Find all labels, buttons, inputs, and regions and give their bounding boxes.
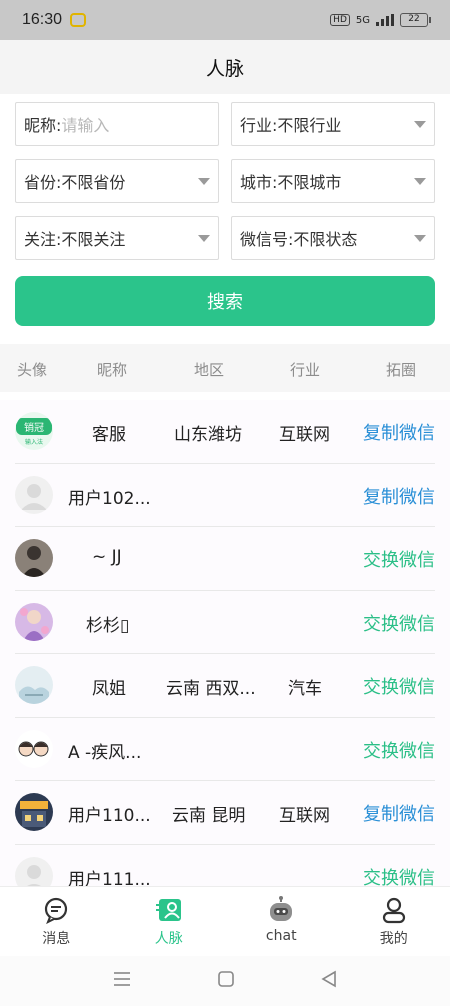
caret-down-icon: [198, 235, 210, 242]
default-avatar-icon: [15, 475, 53, 514]
row-region: 云南 西双...: [166, 679, 256, 699]
home-icon[interactable]: [217, 970, 235, 992]
battery-icon: 22: [400, 13, 431, 27]
avatar-brand-sub: 输入法: [25, 438, 43, 446]
province-select-label: 省份:不限省份: [24, 173, 126, 192]
row-industry: 互联网: [279, 425, 330, 445]
wechat-status-select[interactable]: 微信号:不限状态: [231, 216, 435, 260]
status-time: 16:30: [22, 11, 63, 28]
caret-down-icon: [414, 235, 426, 242]
status-bar: 16:30 HD 5G 22: [0, 0, 450, 40]
avatar: [15, 539, 53, 577]
network-label: 5G: [355, 14, 370, 26]
system-nav-bar: [0, 956, 450, 1006]
wechat-status-label: 微信号:不限状态: [240, 230, 358, 249]
page-header: 人脉: [0, 40, 450, 94]
row-name: 用户102...: [68, 488, 151, 509]
search-button[interactable]: 搜索: [15, 276, 435, 326]
menu-icon[interactable]: [112, 971, 132, 991]
hd-icon: HD: [330, 14, 350, 26]
tab-label: chat: [265, 928, 297, 944]
city-select-label: 城市:不限城市: [240, 173, 342, 192]
follow-select-label: 关注:不限关注: [24, 230, 126, 249]
nickname-input[interactable]: 昵称: 请输入: [15, 102, 219, 146]
default-avatar-icon: [15, 856, 53, 886]
nickname-label: 昵称:: [24, 116, 62, 135]
back-icon[interactable]: [320, 970, 338, 992]
avatar: 销冠 输入法: [15, 412, 53, 450]
row-name: 杉杉▯: [86, 615, 130, 636]
row-name: 凤姐: [92, 679, 126, 699]
contacts-list: 销冠 输入法 客服 山东潍坊 互联网 复制微信 用户102... 复制微信 ~ …: [0, 400, 450, 886]
row-industry: 汽车: [288, 679, 322, 699]
table-row[interactable]: 销冠 输入法 客服 山东潍坊 互联网 复制微信: [15, 400, 435, 464]
column-region: 地区: [193, 361, 225, 379]
table-row[interactable]: ~ JJ 交换微信: [15, 527, 435, 591]
table-row[interactable]: A -疾风... 交换微信: [15, 718, 435, 781]
row-region: 山东潍坊: [174, 425, 242, 445]
exchange-wechat-button[interactable]: 交换微信: [363, 864, 435, 887]
avatar: [15, 729, 53, 768]
exchange-wechat-button[interactable]: 交换微信: [363, 610, 435, 636]
row-name: 用户111...: [68, 869, 151, 887]
column-avatar: 头像: [16, 361, 48, 379]
tab-contacts[interactable]: 人脉: [113, 887, 226, 956]
follow-select[interactable]: 关注:不限关注: [15, 216, 219, 260]
row-name: ~ JJ: [92, 547, 122, 567]
signal-icon: [376, 14, 394, 26]
avatar-brand-text: 销冠: [24, 421, 44, 434]
column-action: 拓圈: [385, 361, 417, 379]
filter-panel: 昵称: 请输入 行业:不限行业 省份:不限省份 城市:不限城市 关注:不限关注 …: [0, 94, 450, 344]
industry-select[interactable]: 行业:不限行业: [231, 102, 435, 146]
exchange-wechat-button[interactable]: 交换微信: [363, 673, 435, 699]
exchange-wechat-button[interactable]: 交换微信: [363, 546, 435, 572]
industry-select-label: 行业:不限行业: [240, 116, 342, 135]
tab-label: 消息: [42, 931, 71, 947]
robot-icon: [266, 895, 296, 925]
copy-wechat-button[interactable]: 复制微信: [363, 419, 435, 445]
tab-chat[interactable]: chat: [225, 887, 338, 956]
table-row[interactable]: 凤姐 云南 西双... 汽车 交换微信: [15, 654, 435, 718]
caret-down-icon: [414, 178, 426, 185]
bottom-tab-bar: 消息 人脉 chat 我的: [0, 886, 450, 956]
province-select[interactable]: 省份:不限省份: [15, 159, 219, 203]
table-header: 头像 昵称 地区 行业 拓圈: [0, 344, 450, 392]
table-row[interactable]: 用户111... 交换微信: [15, 845, 435, 887]
tab-label: 人脉: [154, 931, 183, 947]
copy-wechat-button[interactable]: 复制微信: [363, 800, 435, 826]
avatar: [15, 793, 53, 831]
row-industry: 互联网: [279, 806, 330, 826]
message-icon: [41, 895, 71, 925]
nickname-placeholder: 请输入: [61, 116, 110, 135]
row-name: 客服: [92, 425, 126, 445]
contacts-icon: [154, 895, 184, 925]
table-row[interactable]: 用户110... 云南 昆明 互联网 复制微信: [15, 781, 435, 845]
profile-icon: [379, 895, 409, 925]
row-name: A -疾风...: [68, 742, 142, 763]
table-row[interactable]: 用户102... 复制微信: [15, 464, 435, 527]
tab-messages[interactable]: 消息: [0, 887, 113, 956]
row-name: 用户110...: [68, 806, 151, 826]
row-region: 云南 昆明: [172, 806, 246, 826]
status-right: HD 5G 22: [330, 13, 431, 27]
copy-wechat-button[interactable]: 复制微信: [363, 483, 435, 509]
exchange-wechat-button[interactable]: 交换微信: [363, 737, 435, 763]
city-select[interactable]: 城市:不限城市: [231, 159, 435, 203]
notification-app-icon: [70, 13, 87, 27]
avatar: [15, 666, 53, 704]
caret-down-icon: [198, 178, 210, 185]
page-title: 人脉: [205, 57, 244, 80]
table-row[interactable]: 杉杉▯ 交换微信: [15, 591, 435, 654]
tab-label: 我的: [379, 931, 408, 947]
column-nickname: 昵称: [96, 361, 128, 379]
tab-me[interactable]: 我的: [338, 887, 450, 956]
column-industry: 行业: [289, 361, 321, 379]
caret-down-icon: [414, 121, 426, 128]
avatar: [15, 602, 53, 641]
